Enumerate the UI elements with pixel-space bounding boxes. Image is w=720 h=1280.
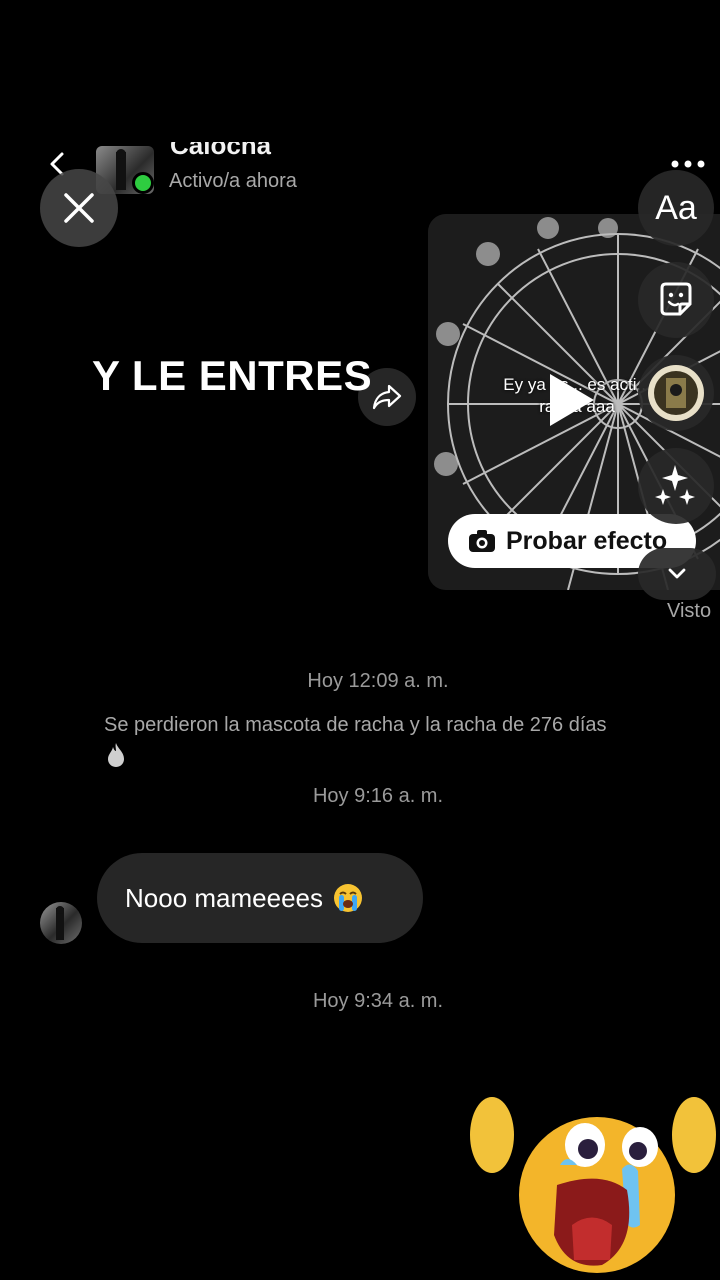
story-overlay-text[interactable]: Y LE ENTRES [92, 352, 372, 400]
chat-timestamp: Hoy 9:16 a. m. [312, 785, 444, 807]
text-tool-button[interactable]: Aa [638, 170, 714, 246]
play-icon[interactable] [546, 372, 596, 428]
contact-status: Activo/a ahora [169, 170, 297, 192]
sticker-icon [660, 282, 692, 316]
system-message: Se perdieron la mascota de racha y la ra… [104, 714, 607, 736]
music-tool-button[interactable] [638, 355, 714, 431]
music-sticker-icon [648, 365, 704, 421]
camera-icon [469, 530, 495, 552]
seen-status: Visto [667, 600, 712, 622]
chat-timestamp: Hoy 12:09 a. m. [307, 670, 449, 692]
text-tool-label: Aa [655, 188, 697, 227]
flame-icon [108, 743, 124, 767]
sticker-tool-button[interactable] [638, 262, 714, 338]
message-bubble[interactable]: Nooo mameeees [97, 853, 423, 943]
chat-timestamp: Hoy 9:34 a. m. [312, 990, 444, 1012]
sparkles-icon [655, 465, 695, 505]
sender-avatar[interactable] [40, 902, 82, 944]
online-status-dot [132, 172, 154, 194]
crying-face-emoji-icon [334, 884, 362, 912]
effects-tool-button[interactable] [638, 448, 714, 524]
crying-meme-sticker[interactable] [462, 1075, 720, 1280]
message-text: Nooo mameeees [125, 882, 323, 913]
collapse-tools-button[interactable] [638, 548, 716, 600]
contact-name[interactable]: Calocha [170, 142, 271, 161]
close-button[interactable] [40, 169, 118, 247]
chevron-down-icon [668, 568, 686, 579]
try-effect-label: Probar efecto [506, 526, 668, 555]
share-arrow-icon [372, 384, 402, 410]
close-icon [64, 193, 94, 223]
